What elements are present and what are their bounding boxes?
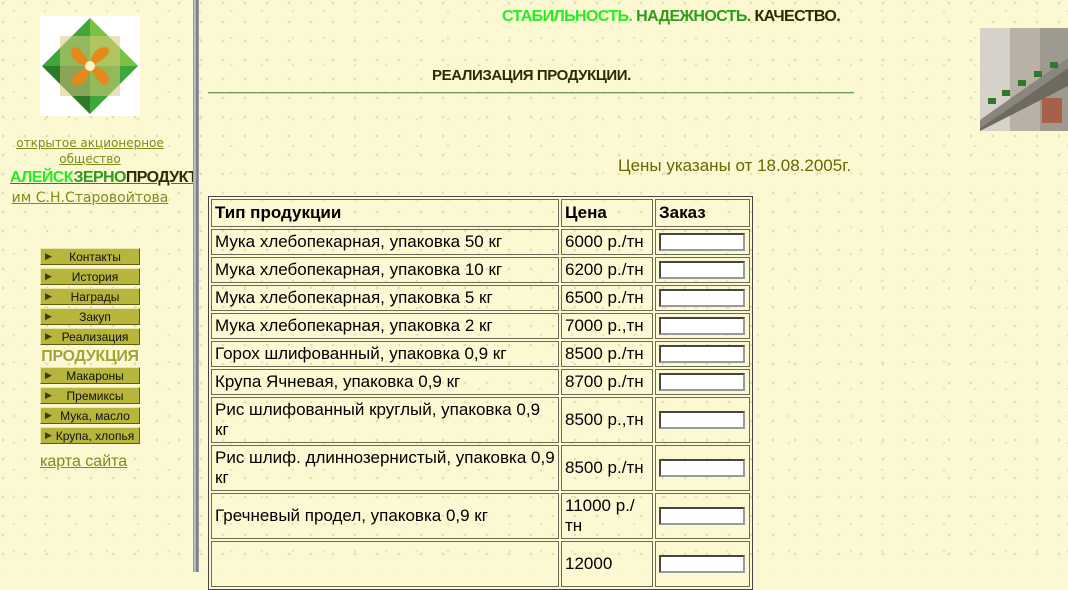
products-heading: ПРОДУКЦИЯ xyxy=(41,348,139,365)
table-row: Горох шлифованный, упаковка 0,9 кг 8500 … xyxy=(211,341,750,367)
header-order: Заказ xyxy=(655,199,750,227)
product-price: 7000 р.,тн xyxy=(561,313,653,339)
order-cell xyxy=(655,313,750,339)
slogan-part1: СТАБИЛЬНОСТЬ. xyxy=(502,8,633,25)
order-quantity-input[interactable] xyxy=(659,261,745,279)
conveyor-image xyxy=(980,28,1068,131)
page-title: РЕАЛИЗАЦИЯ ПРОДУКЦИИ. xyxy=(432,67,631,84)
order-cell xyxy=(655,397,750,443)
order-cell xyxy=(655,493,750,539)
order-quantity-input[interactable] xyxy=(659,233,745,251)
table-header-row: Тип продукции Цена Заказ xyxy=(211,199,750,227)
company-name-part1: АЛЕЙСК xyxy=(10,169,74,186)
table-row: Крупа Ячневая, упаковка 0,9 кг 8700 р./т… xyxy=(211,369,750,395)
play-arrow-icon: ▶ xyxy=(45,331,52,341)
order-cell xyxy=(655,369,750,395)
logo-icon xyxy=(42,18,138,114)
company-logo[interactable] xyxy=(40,16,140,116)
company-type-link[interactable]: открытое акционерное общество xyxy=(0,135,180,167)
product-name: Мука хлебопекарная, упаковка 50 кг xyxy=(211,229,559,255)
main-nav: ▶ Контакты ▶ История ▶ Награды ▶ Закуп ▶ Реал… xyxy=(40,248,140,447)
price-table: Тип продукции Цена Заказ Мука хлебопекар… xyxy=(208,196,753,590)
nav-item-premixes[interactable]: ▶ Премиксы xyxy=(40,387,140,404)
product-name: Мука хлебопекарная, упаковка 10 кг xyxy=(211,257,559,283)
play-arrow-icon: ▶ xyxy=(45,251,52,261)
table-row: Мука хлебопекарная, упаковка 50 кг 6000 … xyxy=(211,229,750,255)
company-name-link[interactable]: АЛЕЙСКЗЕРНОПРОДУКТ xyxy=(10,169,198,187)
company-name-part2: ЗЕРНО xyxy=(73,169,126,186)
product-name: Мука хлебопекарная, упаковка 5 кг xyxy=(211,285,559,311)
product-name: Рис шлифованный круглый, упаковка 0,9 кг xyxy=(211,397,559,443)
title-divider xyxy=(208,92,854,94)
product-price: 12000 xyxy=(561,541,653,587)
nav-item-awards[interactable]: ▶ Награды xyxy=(40,288,140,305)
product-name: Горох шлифованный, упаковка 0,9 кг xyxy=(211,341,559,367)
nav-item-pasta[interactable]: ▶ Макароны xyxy=(40,367,140,384)
slogan-part2: НАДЕЖНОСТЬ. xyxy=(636,8,751,25)
table-row: Рис шлифованный круглый, упаковка 0,9 кг… xyxy=(211,397,750,443)
product-name: Гречневый продел, упаковка 0,9 кг xyxy=(211,493,559,539)
order-quantity-input[interactable] xyxy=(659,317,745,335)
play-arrow-icon: ▶ xyxy=(45,271,52,281)
order-quantity-input[interactable] xyxy=(659,459,745,477)
play-arrow-icon: ▶ xyxy=(45,370,52,380)
order-quantity-input[interactable] xyxy=(659,507,745,525)
order-quantity-input[interactable] xyxy=(659,555,745,573)
product-name: Мука хлебопекарная, упаковка 2 кг xyxy=(211,313,559,339)
product-name xyxy=(211,541,559,587)
order-cell xyxy=(655,445,750,491)
product-price: 6200 р./тн xyxy=(561,257,653,283)
nav-item-cereals-flakes[interactable]: ▶ Крупа, хлопья xyxy=(40,427,140,444)
sidebar-divider xyxy=(193,0,199,572)
table-row: Гречневый продел, упаковка 0,9 кг 11000 … xyxy=(211,493,750,539)
play-arrow-icon: ▶ xyxy=(45,430,52,440)
product-price: 6000 р./тн xyxy=(561,229,653,255)
nav-item-contacts[interactable]: ▶ Контакты xyxy=(40,248,140,265)
product-price: 11000 р./тн xyxy=(561,493,653,539)
slogan-part3: КАЧЕСТВО. xyxy=(754,8,841,25)
order-quantity-input[interactable] xyxy=(659,289,745,307)
price-date-note: Цены указаны от 18.08.2005г. xyxy=(618,156,852,175)
production-line-photo xyxy=(980,28,1068,131)
table-row: Рис шлиф. длиннозернистый, упаковка 0,9 … xyxy=(211,445,750,491)
order-cell xyxy=(655,341,750,367)
order-quantity-input[interactable] xyxy=(659,373,745,391)
product-price: 8500 р./тн xyxy=(561,445,653,491)
play-arrow-icon: ▶ xyxy=(45,390,52,400)
table-row: Мука хлебопекарная, упаковка 5 кг 6500 р… xyxy=(211,285,750,311)
slogan: СТАБИЛЬНОСТЬ. НАДЕЖНОСТЬ. КАЧЕСТВО. xyxy=(502,8,841,26)
table-row: 12000 xyxy=(211,541,750,587)
header-product-type: Тип продукции xyxy=(211,199,559,227)
order-cell xyxy=(655,541,750,587)
product-price: 6500 р./тн xyxy=(561,285,653,311)
table-row: Мука хлебопекарная, упаковка 2 кг 7000 р… xyxy=(211,313,750,339)
company-im-link[interactable]: им С.Н.Старовойтова xyxy=(0,189,180,207)
play-arrow-icon: ▶ xyxy=(45,291,52,301)
nav-item-flour-oil[interactable]: ▶ Мука, масло xyxy=(40,407,140,424)
header-price: Цена xyxy=(561,199,653,227)
order-cell xyxy=(655,257,750,283)
order-quantity-input[interactable] xyxy=(659,411,745,429)
nav-item-purchase[interactable]: ▶ Закуп xyxy=(40,308,140,325)
order-quantity-input[interactable] xyxy=(659,345,745,363)
product-price: 8500 р./тн xyxy=(561,341,653,367)
product-name: Рис шлиф. длиннозернистый, упаковка 0,9 … xyxy=(211,445,559,491)
table-row: Мука хлебопекарная, упаковка 10 кг 6200 … xyxy=(211,257,750,283)
product-name: Крупа Ячневая, упаковка 0,9 кг xyxy=(211,369,559,395)
sidebar: открытое акционерное общество АЛЕЙСКЗЕРН… xyxy=(0,0,198,572)
order-cell xyxy=(655,285,750,311)
product-price: 8700 р./тн xyxy=(561,369,653,395)
play-arrow-icon: ▶ xyxy=(45,311,52,321)
product-price: 8500 р.,тн xyxy=(561,397,653,443)
order-cell xyxy=(655,229,750,255)
sitemap-link[interactable]: карта сайта xyxy=(40,453,150,471)
play-arrow-icon: ▶ xyxy=(45,410,52,420)
nav-item-sales[interactable]: ▶ Реализация xyxy=(40,328,140,345)
company-name-part3: ПРОДУКТ xyxy=(125,169,198,186)
nav-item-history[interactable]: ▶ История xyxy=(40,268,140,285)
